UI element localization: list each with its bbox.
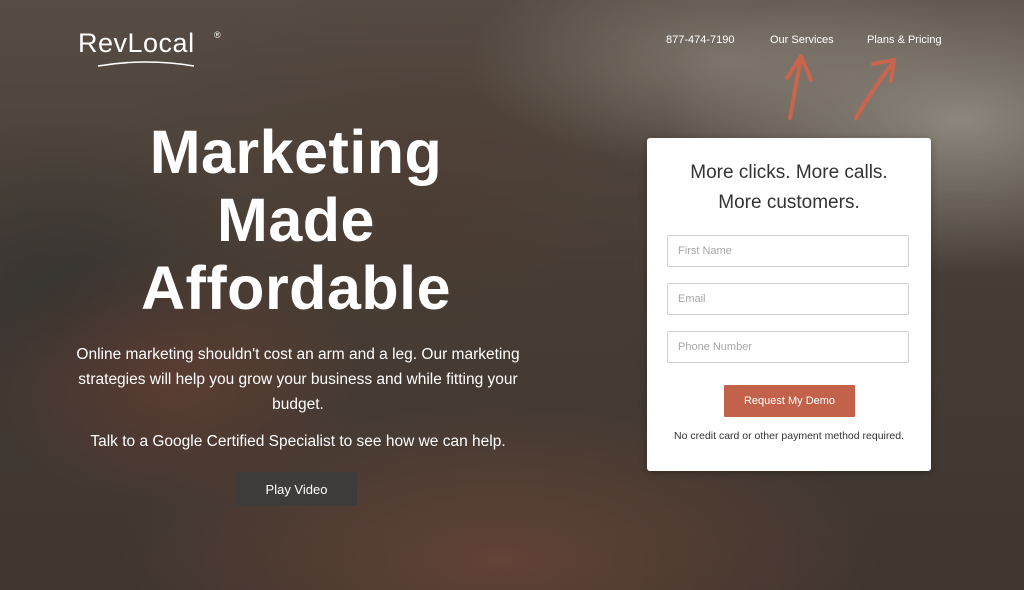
form-disclaimer: No credit card or other payment method r… (674, 430, 904, 442)
first-name-field[interactable] (667, 235, 909, 267)
hero-title-line-1: Marketing (149, 118, 443, 186)
hero-cta-text: Talk to a Google Certified Specialist to… (90, 433, 506, 450)
email-field[interactable] (667, 283, 909, 315)
form-headline-line-1: More clicks. More calls. (690, 162, 888, 183)
play-video-button[interactable]: Play Video (236, 472, 357, 506)
phone-number-field[interactable] (667, 331, 909, 363)
form-headline: More clicks. More calls. More customers. (647, 158, 931, 218)
demo-request-form: More clicks. More calls. More customers.… (647, 138, 931, 471)
arrow-icon-pricing (854, 60, 895, 120)
hero-title-line-2: Made (217, 186, 375, 254)
hero-title: Marketing Made Affordable (96, 118, 496, 322)
hero-title-line-3: Affordable (141, 254, 451, 322)
hero-description: Online marketing shouldn't cost an arm a… (76, 346, 520, 413)
request-demo-button[interactable]: Request My Demo (724, 385, 855, 417)
form-headline-line-2: More customers. (718, 192, 860, 213)
